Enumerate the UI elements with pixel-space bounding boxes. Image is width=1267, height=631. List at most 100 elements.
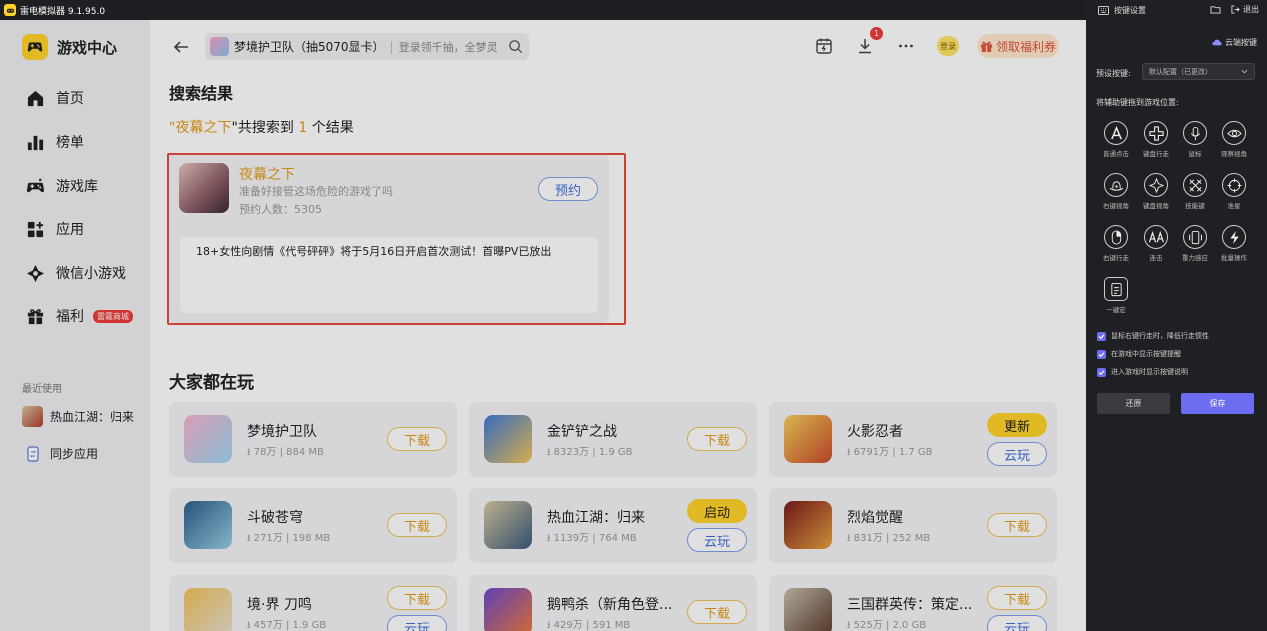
checkbox-show-key-hints[interactable]: 在游戏中显示按键提醒	[1097, 349, 1181, 359]
more-icon[interactable]	[897, 37, 915, 55]
cloud-keys-button[interactable]: 云端按键	[1212, 37, 1257, 48]
game-card[interactable]: 烈焰觉醒 ⭳ 831万 | 252 MB 下载	[769, 488, 1057, 563]
game-thumbnail	[22, 406, 43, 427]
key-label: 鼠标	[1188, 150, 1202, 158]
game-thumbnail	[484, 501, 532, 549]
key-item[interactable]: 准星	[1214, 173, 1254, 210]
login-button[interactable]: 登录	[937, 36, 959, 56]
game-name[interactable]: 鹅鸭杀（新角色登...	[547, 594, 672, 614]
game-thumbnail	[179, 163, 229, 213]
key-item[interactable]: 右键视角	[1096, 173, 1136, 210]
cloud-play-button[interactable]: 云玩	[987, 442, 1047, 466]
download-icon[interactable]	[856, 37, 874, 55]
key-item[interactable]: 批量操作	[1214, 225, 1254, 262]
recent-item[interactable]: 同步应用	[22, 443, 98, 464]
game-name[interactable]: 斗破苍穹	[247, 507, 303, 527]
search-icon[interactable]	[508, 39, 523, 54]
checkbox-reduce-inertia[interactable]: 鼠标右键行走时，降低行走惯性	[1097, 331, 1209, 341]
sidebar-item-rankings[interactable]: 榜单	[26, 132, 84, 152]
key-label: 连击	[1149, 254, 1163, 262]
search-divider: |	[389, 39, 394, 54]
result-game-name[interactable]: 夜幕之下	[239, 164, 295, 184]
back-arrow-icon[interactable]	[171, 37, 191, 57]
game-card[interactable]: 热血江湖：归来 ⭳ 1139万 | 764 MB 启动 云玩	[469, 488, 757, 563]
key-item[interactable]: 重力感应	[1175, 225, 1215, 262]
key-item[interactable]: 观察视角	[1214, 121, 1254, 158]
game-name[interactable]: 境·界 刀鸣	[247, 594, 312, 614]
dpad-icon	[1144, 121, 1168, 145]
key-item[interactable]: 鼠标	[1175, 121, 1215, 158]
recent-item-label: 热血江湖：归来	[50, 410, 135, 424]
game-thumbnail	[484, 588, 532, 631]
download-button[interactable]: 下载	[987, 586, 1047, 610]
checkbox-show-key-guide[interactable]: 进入游戏时显示按键说明	[1097, 367, 1188, 377]
recent-item[interactable]: 热血江湖：归来	[22, 406, 134, 427]
download-button[interactable]: 下载	[687, 427, 747, 451]
reserve-button[interactable]: 预约	[538, 177, 598, 201]
sidebar-item-wechat-games[interactable]: 微信小游戏	[26, 263, 126, 283]
game-name[interactable]: 热血江湖：归来	[547, 507, 645, 527]
key-label: 技能键	[1185, 202, 1205, 210]
folder-icon[interactable]	[1210, 5, 1221, 14]
chevron-down-icon	[1241, 69, 1248, 74]
game-card[interactable]: 金铲铲之战 ⭳ 8323万 | 1.9 GB 下载	[469, 402, 757, 477]
download-button[interactable]: 下载	[387, 586, 447, 610]
gamepad-icon	[26, 177, 45, 192]
game-thumbnail	[784, 588, 832, 631]
panel-title: 按键设置	[1114, 5, 1146, 15]
download-button[interactable]: 下载	[987, 513, 1047, 537]
cloud-play-button[interactable]: 云玩	[687, 528, 747, 552]
game-meta: ⭳ 831万 | 252 MB	[847, 533, 931, 544]
exit-button[interactable]: 退出	[1231, 4, 1259, 15]
news-item[interactable]: 18+女性向剧情《代号砰砰》将于5月16日开启首次测试！首曝PV已放出	[180, 237, 598, 313]
key-item[interactable]: 连击	[1136, 225, 1176, 262]
gift-icon	[27, 308, 44, 324]
sidebar: 游戏中心 首页 榜单 游戏库 应用 微信小游戏 福利 雷霆商城 最近使用 热血江…	[0, 20, 150, 631]
save-button[interactable]: 保存	[1181, 393, 1254, 414]
game-card[interactable]: 鹅鸭杀（新角色登... ⭳ 429万 | 591 MB 下载	[469, 575, 757, 631]
game-name[interactable]: 金铲铲之战	[547, 421, 617, 441]
brand[interactable]: 游戏中心	[22, 34, 117, 60]
game-name[interactable]: 三国群英传：策定...	[847, 594, 972, 614]
sidebar-item-game-library[interactable]: 游戏库	[26, 176, 98, 196]
cloud-play-button[interactable]: 云玩	[387, 615, 447, 631]
reset-button[interactable]: 还原	[1097, 393, 1170, 414]
download-button[interactable]: 下载	[387, 427, 447, 451]
game-card[interactable]: 境·界 刀鸣 ⭳ 457万 | 1.9 GB 下载 云玩	[169, 575, 457, 631]
result-count: 1	[298, 120, 308, 136]
checkbox-label: 在游戏中显示按键提醒	[1111, 350, 1181, 358]
search-input[interactable]: 梦境护卫队（抽5070显卡） | 登录领千抽，全梦灵	[205, 33, 529, 60]
sidebar-item-welfare[interactable]: 福利 雷霆商城	[26, 306, 133, 326]
key-item[interactable]: 键盘行走	[1136, 121, 1176, 158]
key-settings-panel: 按键设置 退出 云端按键 预设按键: 默认配置（已更改） 将辅助键拖到游戏位置:…	[1086, 0, 1267, 631]
key-label: 右键行走	[1103, 254, 1129, 262]
key-item[interactable]: 键盘视角	[1136, 173, 1176, 210]
game-name[interactable]: 梦境护卫队	[247, 421, 317, 441]
game-name[interactable]: 烈焰觉醒	[847, 507, 903, 527]
update-button[interactable]: 更新	[987, 413, 1047, 437]
launch-button[interactable]: 启动	[687, 499, 747, 523]
calendar-icon[interactable]	[815, 37, 833, 55]
download-button[interactable]: 下载	[687, 600, 747, 624]
sidebar-item-apps[interactable]: 应用	[26, 219, 84, 239]
key-item[interactable]: 右键行走	[1096, 225, 1136, 262]
result-card[interactable]: 夜幕之下 准备好接管这场危险的游戏了吗 预约人数：5305 预约 18+女性向剧…	[168, 153, 609, 323]
key-item[interactable]: 技能键	[1175, 173, 1215, 210]
popular-title: 大家都在玩	[169, 373, 254, 393]
game-card[interactable]: 梦境护卫队 ⭳ 78万 | 884 MB 下载	[169, 402, 457, 477]
search-summary: "夜幕之下"共搜索到 1 个结果	[169, 117, 354, 137]
coupon-button[interactable]: 领取福利券	[977, 34, 1059, 58]
key-item[interactable]: 一键宏	[1096, 277, 1136, 314]
download-button[interactable]: 下载	[387, 513, 447, 537]
cloud-play-button[interactable]: 云玩	[987, 615, 1047, 631]
game-name[interactable]: 火影忍者	[847, 421, 903, 441]
game-card[interactable]: 斗破苍穹 ⭳ 271万 | 198 MB 下载	[169, 488, 457, 563]
key-item[interactable]: 普通点击	[1096, 121, 1136, 158]
game-card[interactable]: 火影忍者 ⭳ 6791万 | 1.7 GB 更新 云玩	[769, 402, 1057, 477]
game-card[interactable]: 三国群英传：策定... ⭳ 525万 | 2.0 GB 下载 云玩	[769, 575, 1057, 631]
cloud-keys-label: 云端按键	[1225, 38, 1257, 47]
top-bar: 梦境护卫队（抽5070显卡） | 登录领千抽，全梦灵 1 登录 领取福利券	[150, 20, 1086, 74]
preset-select[interactable]: 默认配置（已更改）	[1142, 63, 1255, 80]
sidebar-item-home[interactable]: 首页	[26, 88, 84, 108]
phone-tilt-icon	[1183, 225, 1207, 249]
